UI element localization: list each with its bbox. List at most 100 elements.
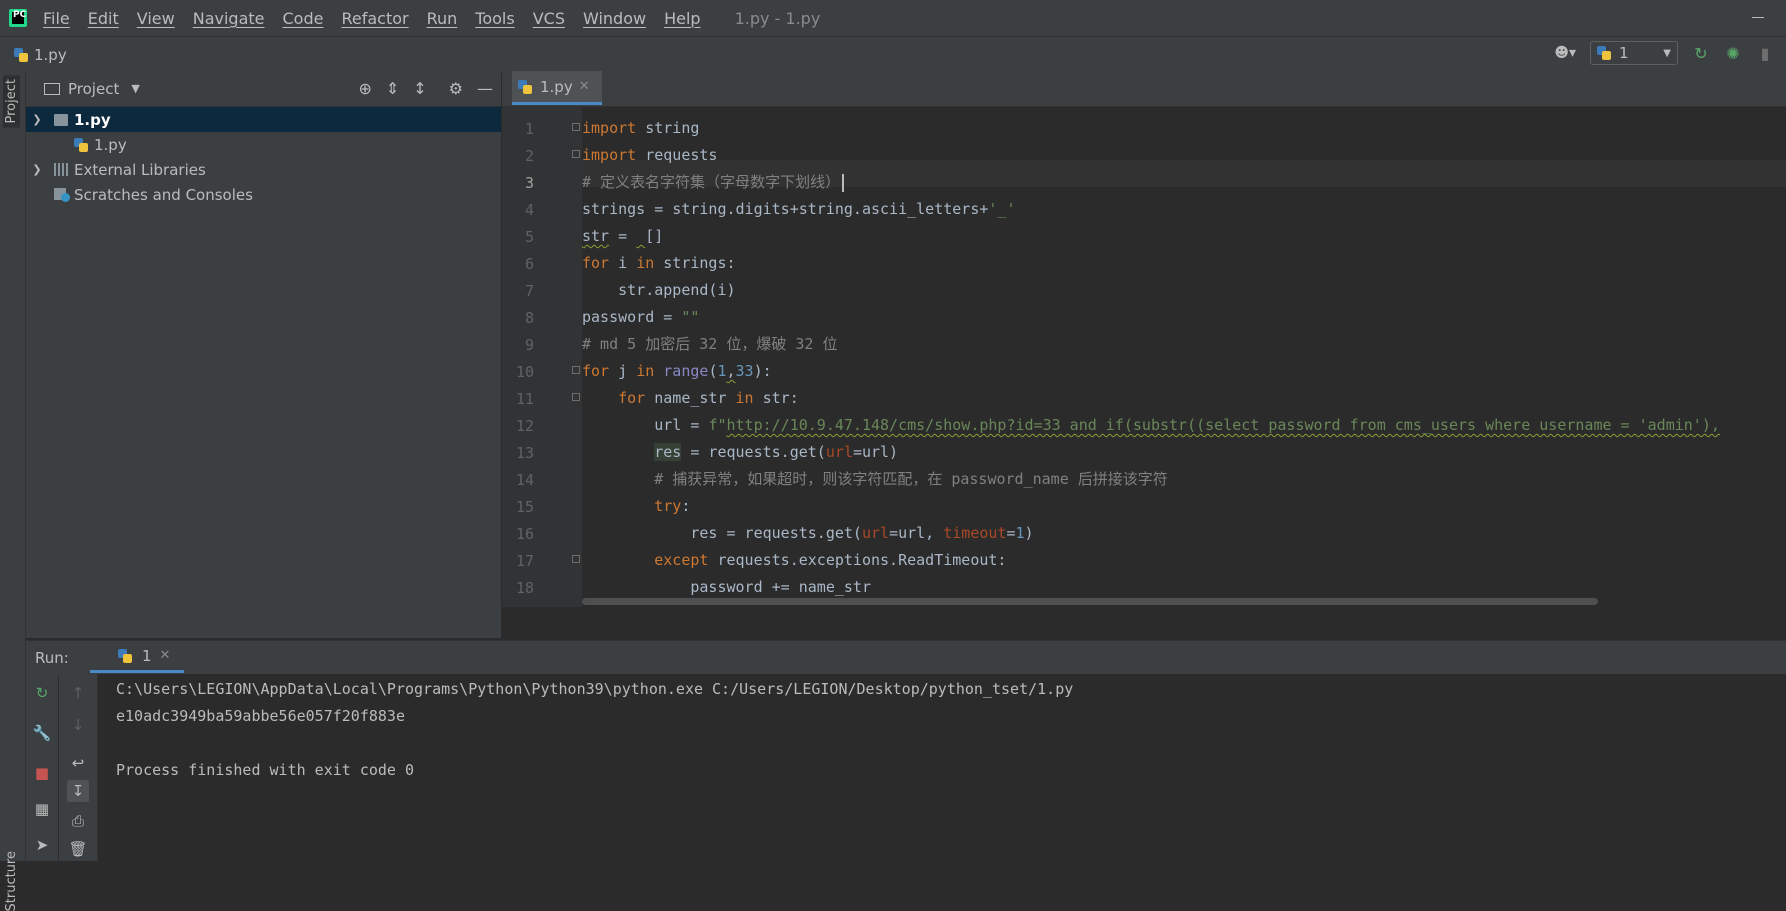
menu-window[interactable]: Window	[583, 9, 646, 28]
project-view-icon	[44, 82, 60, 95]
fold-marker-icon[interactable]	[572, 123, 580, 131]
navigation-bar: 1.py ☻▾ 1 ▼ ↻ ✺ ▮	[0, 36, 1786, 73]
close-icon[interactable]: ✕	[160, 648, 171, 663]
tree-item-file[interactable]: 1.py	[26, 132, 501, 157]
menu-help[interactable]: Help	[664, 9, 700, 28]
run-toolbar-secondary: ↑ ↓ ↩ ↧ ⎙ 🗑	[59, 674, 98, 861]
python-file-icon	[518, 79, 532, 94]
line-number: 7	[524, 282, 534, 300]
line-number: 11	[515, 390, 534, 408]
run-configuration-select[interactable]: 1 ▼	[1590, 41, 1678, 65]
menu-refactor[interactable]: Refactor	[341, 9, 408, 28]
scroll-to-end-icon[interactable]: ↧	[67, 780, 89, 802]
collapse-all-icon[interactable]: ↕	[413, 79, 426, 98]
menu-navigate[interactable]: Navigate	[193, 9, 265, 28]
line-number: 2	[524, 147, 534, 165]
line-number: 6	[524, 255, 534, 273]
project-tree: ❯ 1.py 1.py ❯ External Libraries Scratch…	[26, 107, 501, 207]
line-number: 18	[515, 579, 534, 597]
tree-item-scratches[interactable]: Scratches and Consoles	[26, 182, 501, 207]
main-menu: File Edit View Navigate Code Refactor Ru…	[43, 9, 719, 28]
rerun-icon[interactable]: ↻	[1692, 44, 1710, 63]
tree-item-label: External Libraries	[74, 160, 206, 179]
run-panel-header: Run: 1 ✕	[26, 640, 1786, 675]
run-configuration-value: 1	[1619, 44, 1629, 62]
chevron-down-icon[interactable]: ❯	[30, 113, 44, 126]
locate-file-icon[interactable]: ⊕	[358, 79, 371, 98]
project-tool-window-button[interactable]: Project	[3, 75, 20, 128]
run-console-output[interactable]: C:\Users\LEGION\AppData\Local\Programs\P…	[98, 674, 1786, 861]
run-toolbar-primary: ↻ 🔧 ■ ▦ ➤	[26, 674, 58, 861]
menu-edit[interactable]: Edit	[88, 9, 119, 28]
fold-marker-icon[interactable]	[572, 150, 580, 158]
menu-file[interactable]: File	[43, 9, 70, 28]
soft-wrap-icon[interactable]: ↩	[67, 752, 89, 774]
project-panel-title[interactable]: Project	[68, 80, 119, 98]
line-number: 16	[515, 525, 534, 543]
expand-all-icon[interactable]: ⇕	[386, 79, 399, 98]
tree-item-project-root[interactable]: ❯ 1.py	[26, 107, 501, 132]
hide-panel-icon[interactable]: —	[477, 79, 493, 98]
stop-icon[interactable]: ■	[31, 762, 53, 784]
tab-label: 1.py	[540, 77, 573, 96]
tree-item-label: Scratches and Consoles	[74, 185, 253, 204]
arrow-up-icon[interactable]: ↑	[67, 682, 89, 704]
chevron-down-icon[interactable]: ▼	[131, 82, 139, 95]
fold-marker-icon[interactable]	[572, 393, 580, 401]
run-tab-1[interactable]: 1 ✕	[90, 641, 184, 673]
menu-code[interactable]: Code	[283, 9, 324, 28]
python-run-icon	[118, 648, 132, 663]
line-number: 5	[524, 228, 534, 246]
gear-icon[interactable]: ⚙	[449, 79, 463, 98]
project-panel-header: Project ▼ ⊕ ⇕ ↕ ⚙ —	[26, 71, 501, 107]
menu-bar: PC File Edit View Navigate Code Refactor…	[0, 0, 1786, 36]
code-line-11: for name_str in str:	[618, 389, 799, 407]
breadcrumb[interactable]: 1.py	[14, 46, 67, 64]
main-toolbar: ☻▾ 1 ▼ ↻ ✺ ▮	[1554, 41, 1774, 65]
structure-tool-window-button[interactable]: Structure	[4, 851, 19, 911]
menu-run[interactable]: Run	[427, 9, 458, 28]
menu-tools[interactable]: Tools	[475, 9, 514, 28]
code-line-1: import string	[582, 119, 700, 137]
menu-vcs[interactable]: VCS	[533, 9, 565, 28]
code-editor[interactable]: 1 2 3 4 5 6 7 8 9 10 11 12 13 14 15 16 1…	[502, 107, 1786, 607]
minimize-window-icon[interactable]	[1752, 17, 1764, 18]
wrench-icon[interactable]: 🔧	[31, 722, 53, 744]
line-number: 14	[515, 471, 534, 489]
layout-icon[interactable]: ▦	[31, 798, 53, 820]
close-icon[interactable]: ✕	[579, 79, 590, 94]
fold-marker-icon[interactable]	[572, 366, 580, 374]
code-line-2: import requests	[582, 146, 718, 164]
debug-icon[interactable]: ✺	[1724, 44, 1742, 63]
run-with-coverage-icon[interactable]: ▮	[1756, 44, 1774, 63]
tab-1-py[interactable]: 1.py ✕	[512, 71, 602, 105]
trash-icon[interactable]: 🗑	[67, 838, 89, 860]
rerun-icon[interactable]: ↻	[31, 682, 53, 704]
line-number: 4	[524, 201, 534, 219]
console-line: e10adc3949ba59abbe56e057f20f883e	[116, 707, 405, 725]
print-icon[interactable]: ⎙	[67, 810, 89, 832]
chevron-right-icon[interactable]: ❯	[30, 163, 44, 176]
line-number: 15	[515, 498, 534, 516]
line-number: 13	[515, 444, 534, 462]
menu-view[interactable]: View	[137, 9, 175, 28]
fold-marker-icon[interactable]	[572, 555, 580, 563]
code-line-15: try:	[654, 497, 691, 515]
arrow-down-icon[interactable]: ↓	[67, 714, 89, 736]
text-caret	[842, 173, 845, 192]
tree-item-external-libraries[interactable]: ❯ External Libraries	[26, 157, 501, 182]
editor-horizontal-scrollbar[interactable]	[582, 598, 1598, 605]
user-account-icon[interactable]: ☻▾	[1554, 45, 1576, 61]
console-line: Process finished with exit code 0	[116, 761, 415, 779]
code-line-17: except requests.exceptions.ReadTimeout:	[654, 551, 1007, 569]
code-line-4: strings = string.digits+string.ascii_let…	[582, 200, 1016, 218]
code-line-10: for j in range(1,33):	[582, 362, 772, 380]
python-run-config-icon	[1597, 46, 1611, 60]
pin-icon[interactable]: ➤	[31, 834, 53, 856]
code-line-8: password = ""	[582, 308, 700, 326]
line-number-current: 3	[524, 174, 534, 192]
code-line-7: str.append(i)	[582, 281, 736, 299]
line-number-gutter: 1 2 3 4 5 6 7 8 9 10 11 12 13 14 15 16 1…	[502, 107, 582, 607]
python-file-icon	[14, 47, 28, 62]
breadcrumb-file[interactable]: 1.py	[34, 46, 67, 64]
